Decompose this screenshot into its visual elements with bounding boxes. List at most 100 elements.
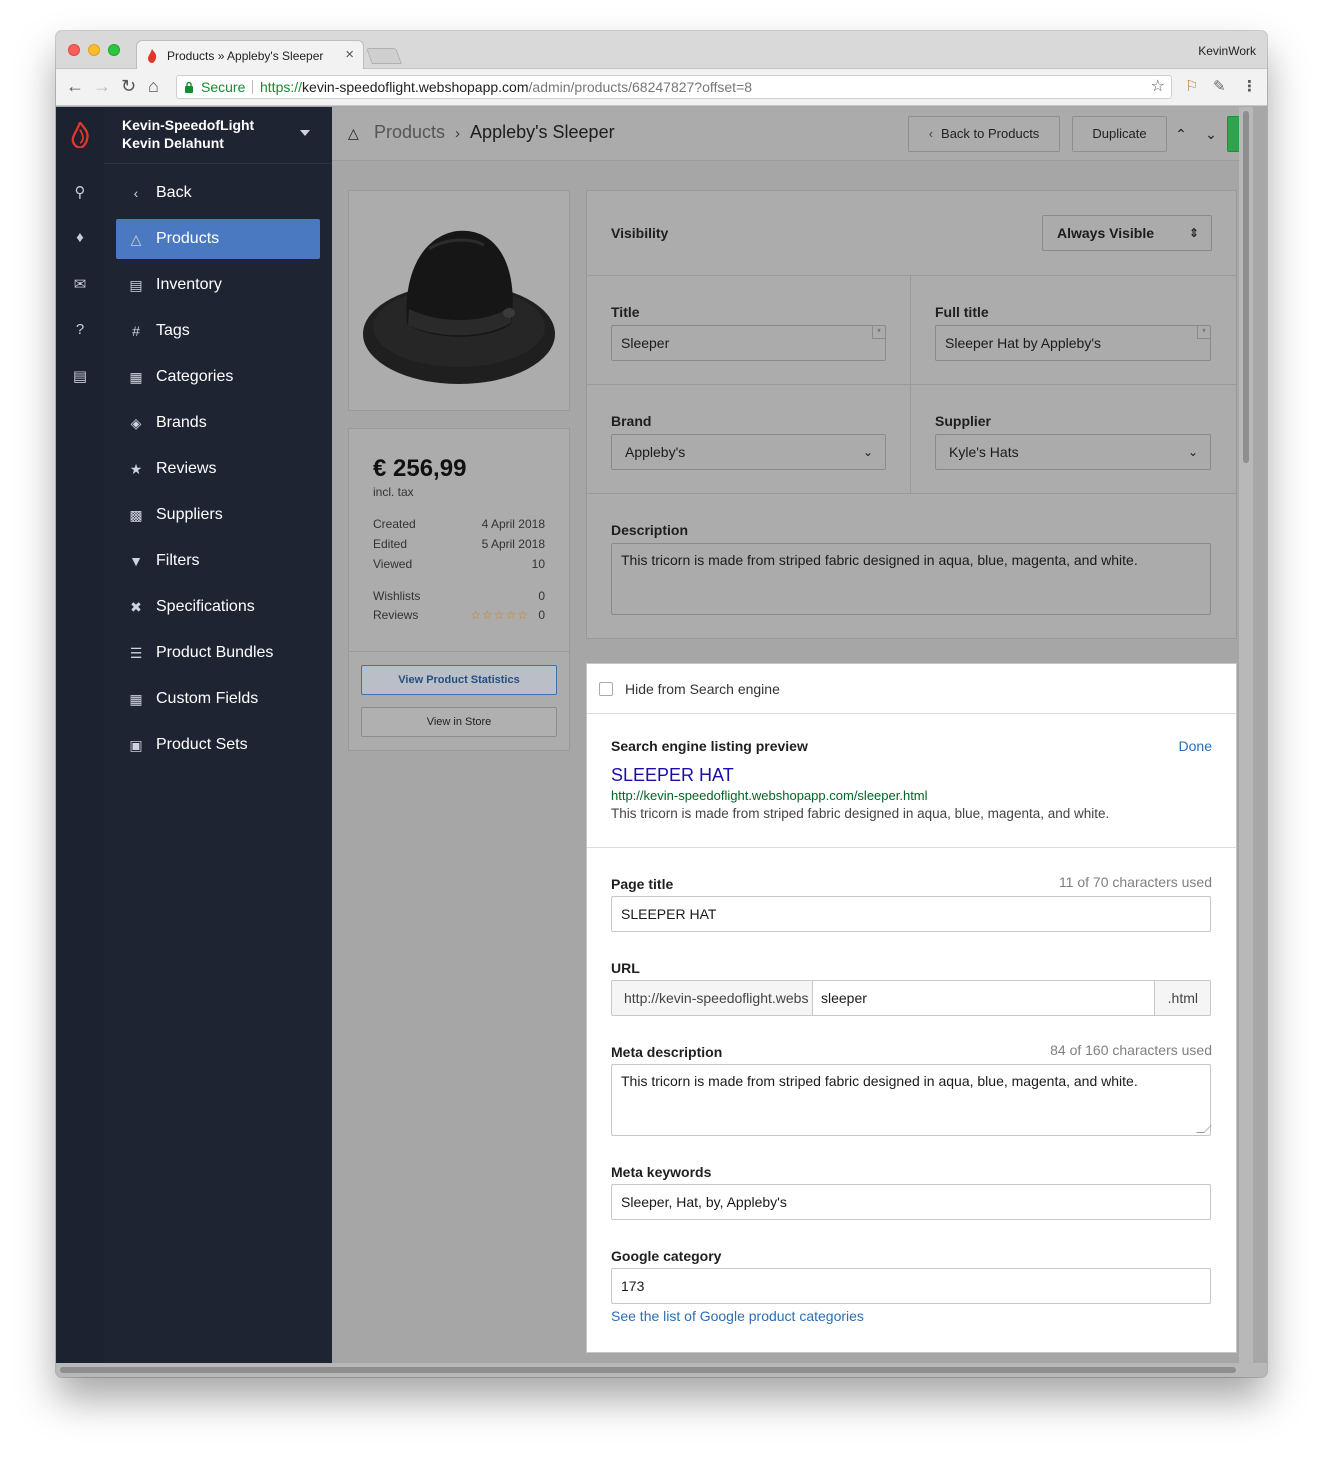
product-hat-image[interactable] <box>359 209 559 389</box>
browser-menu-icon[interactable]: ⋮ <box>1242 77 1257 95</box>
sidebar-item-filters[interactable]: ▼ Filters <box>116 541 320 581</box>
stat-wishlists: Wishlists 0 <box>373 589 545 603</box>
next-product-chevron-down-icon[interactable]: ⌄ <box>1199 119 1223 149</box>
resize-handle-icon[interactable] <box>1196 1125 1212 1133</box>
stat-value: 5 April 2018 <box>481 537 545 551</box>
stat-label: Wishlists <box>373 589 421 603</box>
back-arrow-icon[interactable]: ← <box>66 76 84 96</box>
meta-keywords-input[interactable]: Sleeper, Hat, by, Appleby's <box>611 1184 1211 1220</box>
chevron-right-icon: › <box>455 125 461 142</box>
stat-edited: Edited 5 April 2018 <box>373 537 545 551</box>
duplicate-button[interactable]: Duplicate <box>1072 116 1167 152</box>
caret-down-icon[interactable] <box>300 130 310 136</box>
back-to-products-button[interactable]: ‹ Back to Products <box>908 116 1060 152</box>
browser-titlebar: Products » Appleby's Sleeper × KevinWork <box>56 31 1267 70</box>
seo-card: Hide from Search engine Search engine li… <box>586 663 1237 1353</box>
price-tax-note: incl. tax <box>373 485 414 499</box>
zoom-window-button[interactable] <box>108 44 120 56</box>
brand-label: Brand <box>611 413 652 429</box>
profile-name[interactable]: KevinWork <box>1198 44 1256 58</box>
page-title-input[interactable]: SLEEPER HAT <box>611 896 1211 932</box>
tab-close-icon[interactable]: × <box>345 46 354 63</box>
address-divider <box>252 80 253 94</box>
minimize-window-button[interactable] <box>88 44 100 56</box>
seo-divider <box>587 847 1236 848</box>
sidebar-item-reviews[interactable]: ★ Reviews <box>116 449 320 489</box>
sidebar-item-products[interactable]: △ Products <box>116 219 320 259</box>
rating-stars-icon: ☆☆☆☆☆ <box>470 608 529 622</box>
address-bar[interactable]: Secure https://kevin-speedoflight.websho… <box>176 75 1172 99</box>
tools-icon: ✖ <box>130 599 142 615</box>
url-suffix: .html <box>1167 990 1198 1006</box>
google-category-input[interactable]: 173 <box>611 1268 1211 1304</box>
shop-name: Kevin-SpeedofLight <box>122 117 255 133</box>
sidebar-item-suppliers[interactable]: ▩ Suppliers <box>116 495 320 535</box>
brand-select[interactable]: Appleby's ⌄ <box>611 434 886 470</box>
stat-reviews: Reviews ☆☆☆☆☆ 0 <box>373 608 545 622</box>
sidebar-item-product-sets[interactable]: ▣ Product Sets <box>116 725 320 765</box>
previous-product-chevron-up-icon[interactable]: ⌃ <box>1169 119 1193 149</box>
sidebar-item-label: Custom Fields <box>156 690 259 707</box>
view-product-statistics-button[interactable]: View Product Statistics <box>361 665 557 695</box>
sidebar-item-label: Products <box>156 230 220 247</box>
url-slug-value: sleeper <box>821 990 867 1006</box>
title-input[interactable]: Sleeper * <box>611 325 886 361</box>
eyedropper-icon[interactable]: ✎ <box>1213 77 1226 95</box>
vertical-scroll-thumb[interactable] <box>1243 111 1249 463</box>
home-icon[interactable]: ⌂ <box>148 76 159 96</box>
breadcrumb-products-link[interactable]: Products <box>374 122 445 142</box>
browser-window: Products » Appleby's Sleeper × KevinWork… <box>56 31 1267 1377</box>
sidebar-item-product-bundles[interactable]: ☰ Product Bundles <box>116 633 320 673</box>
sidebar-item-label: Brands <box>156 414 207 431</box>
close-window-button[interactable] <box>68 44 80 56</box>
view-in-store-button[interactable]: View in Store <box>361 707 557 737</box>
search-icon[interactable]: ⚲ <box>56 183 104 201</box>
sidebar-item-custom-fields[interactable]: ▦ Custom Fields <box>116 679 320 719</box>
translate-icon[interactable]: * <box>872 326 885 339</box>
folder-icon: ▦ <box>129 369 143 385</box>
reload-icon[interactable]: ↻ <box>121 76 136 96</box>
bookmark-star-icon[interactable]: ☆ <box>1151 76 1165 98</box>
visibility-select[interactable]: Always Visible ⇕ <box>1042 215 1212 251</box>
browser-tab[interactable]: Products » Appleby's Sleeper × <box>136 40 364 70</box>
url-input-group: http://kevin-speedoflight.webs sleeper .… <box>611 980 1211 1016</box>
lightspeed-logo-icon[interactable] <box>71 122 89 148</box>
meta-description-textarea[interactable]: This tricorn is made from striped fabric… <box>611 1064 1212 1136</box>
new-tab-button[interactable] <box>366 48 402 64</box>
fields-icon: ▦ <box>129 691 143 707</box>
url-slug-input[interactable]: sleeper <box>812 981 1155 1015</box>
sidebar-item-brands[interactable]: ◈ Brands <box>116 403 320 443</box>
description-textarea[interactable]: This tricorn is made from striped fabric… <box>611 543 1211 615</box>
horizontal-scrollbar[interactable] <box>56 1363 1267 1377</box>
full-title-label: Full title <box>935 304 989 320</box>
sidebar-back[interactable]: ‹ Back <box>116 173 320 213</box>
google-categories-link[interactable]: See the list of Google product categorie… <box>611 1308 864 1324</box>
supplier-select[interactable]: Kyle's Hats ⌄ <box>935 434 1211 470</box>
sidebar-divider <box>104 163 332 164</box>
sidebar-item-categories[interactable]: ▦ Categories <box>116 357 320 397</box>
page-title-counter: 11 of 70 characters used <box>1058 874 1212 890</box>
product-summary-card: € 256,99 incl. tax Created 4 April 2018 E… <box>348 428 570 751</box>
help-icon[interactable]: ? <box>56 321 104 338</box>
shop-switcher[interactable]: Kevin-SpeedofLight Kevin Delahunt <box>122 116 254 152</box>
bell-icon[interactable]: ♦ <box>56 229 104 246</box>
sidebar-item-inventory[interactable]: ▤ Inventory <box>116 265 320 305</box>
filter-icon: ▼ <box>129 553 143 569</box>
sidebar-item-tags[interactable]: # Tags <box>116 311 320 351</box>
vertical-scrollbar[interactable] <box>1239 107 1253 1363</box>
store-icon[interactable]: ▤ <box>56 367 104 385</box>
forward-arrow-icon[interactable]: → <box>93 76 111 96</box>
full-title-input[interactable]: Sleeper Hat by Appleby's * <box>935 325 1211 361</box>
translate-icon[interactable]: * <box>1197 326 1210 339</box>
icon-rail: ⚲ ♦ ✉ ? ▤ <box>56 107 104 1363</box>
chevron-left-icon: ‹ <box>133 185 139 201</box>
hide-from-search-checkbox[interactable] <box>599 682 613 696</box>
extension-icon[interactable]: ⚐ <box>1185 77 1198 95</box>
horizontal-scroll-thumb[interactable] <box>60 1367 1236 1373</box>
meta-description-counter: 84 of 160 characters used <box>1050 1042 1212 1058</box>
mail-icon[interactable]: ✉ <box>56 275 104 293</box>
url-scheme: https:// <box>260 79 303 95</box>
product-price: € 256,99 <box>373 455 467 482</box>
sidebar-item-specifications[interactable]: ✖ Specifications <box>116 587 320 627</box>
done-link[interactable]: Done <box>1179 738 1212 754</box>
